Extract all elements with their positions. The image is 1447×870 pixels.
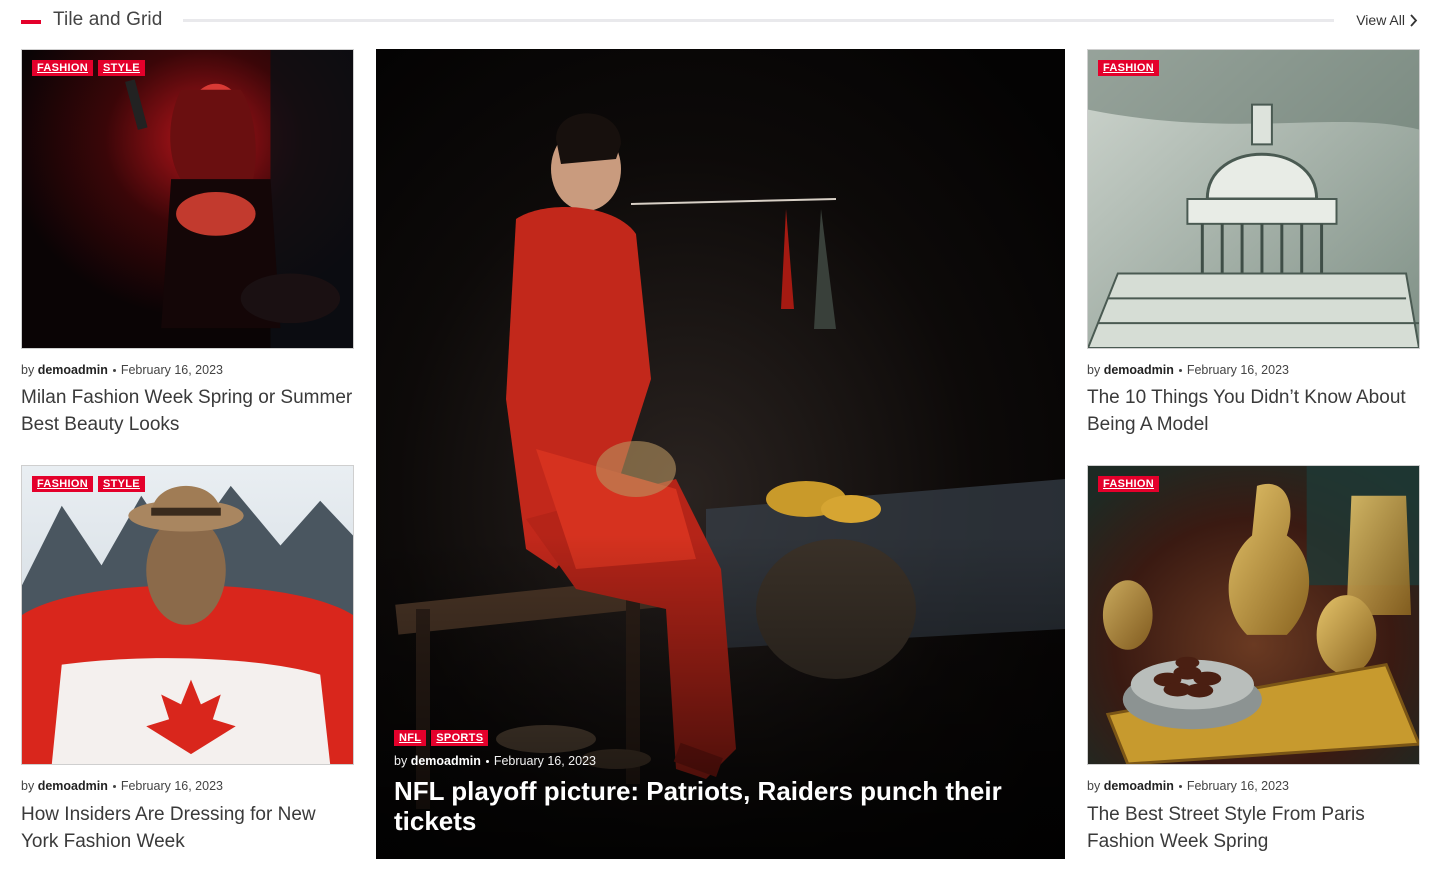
- byline-prefix: by: [394, 754, 408, 768]
- category-badge[interactable]: FASHION: [32, 476, 93, 492]
- post-date: February 16, 2023: [493, 754, 596, 768]
- category-badges: FASHION: [1098, 60, 1159, 76]
- byline-prefix: by: [21, 779, 35, 793]
- post-date: February 16, 2023: [120, 779, 223, 793]
- post-meta: by demoadmin February 16, 2023: [394, 754, 596, 768]
- view-all-label: View All: [1356, 12, 1405, 28]
- separator-dot: [112, 785, 116, 789]
- author-link[interactable]: demoadmin: [411, 754, 481, 768]
- post-date: February 16, 2023: [1186, 363, 1289, 377]
- separator-dot: [112, 369, 116, 373]
- category-badges: FASHION STYLE: [32, 476, 145, 492]
- category-badge[interactable]: FASHION: [32, 60, 93, 76]
- author-name: demoadmin: [37, 779, 108, 793]
- author-link[interactable]: demoadmin: [1104, 779, 1174, 793]
- separator-dot: [485, 760, 489, 764]
- category-badges: FASHION STYLE: [32, 60, 145, 76]
- category-badge[interactable]: FASHION: [1098, 476, 1159, 492]
- post-date: February 16, 2023: [120, 363, 223, 377]
- chevron-right-icon: [1410, 13, 1418, 27]
- author-link[interactable]: demoadmin: [38, 363, 108, 377]
- post-image-canada-flag: [22, 466, 353, 764]
- byline-prefix: by: [21, 363, 35, 377]
- author-link[interactable]: demoadmin: [1104, 363, 1174, 377]
- byline-prefix: by: [1087, 779, 1101, 793]
- post-meta: by demoadmin February 16, 2023: [1087, 779, 1289, 793]
- author-link[interactable]: demoadmin: [38, 779, 108, 793]
- post-meta: by demoadmin February 16, 2023: [21, 779, 223, 793]
- post-card: FASHION by demoadmin February 16, 2023 Th…: [1087, 465, 1420, 860]
- category-badge[interactable]: NFL: [394, 730, 427, 746]
- byline-prefix: by: [1087, 363, 1101, 377]
- post-card: FASHION STYLE by demoadmin February 16, 2…: [21, 49, 354, 439]
- author-name: demoadmin: [37, 363, 108, 377]
- author-name: demoadmin: [1103, 363, 1174, 377]
- post-card: FASHION by demoadmin February 16, 2023 Th…: [1087, 49, 1420, 439]
- post-title-link[interactable]: Milan Fashion Week Spring or Summer Best…: [21, 384, 354, 438]
- post-title-link[interactable]: The 10 Things You Didn’t Know About Bein…: [1087, 384, 1420, 438]
- post-thumbnail-link[interactable]: [1087, 49, 1420, 349]
- section-title: Tile and Grid: [53, 9, 163, 30]
- post-card: FASHION STYLE by demoadmin February 16, 2…: [21, 465, 354, 860]
- post-image-capitol-dollar: [1088, 50, 1419, 348]
- post-meta: by demoadmin February 16, 2023: [21, 363, 223, 377]
- post-image-dates-brass: [1088, 466, 1419, 764]
- section-accent-bar: [21, 20, 41, 24]
- post-thumbnail-link[interactable]: [1087, 465, 1420, 765]
- separator-dot: [1178, 369, 1182, 373]
- category-badge[interactable]: SPORTS: [431, 730, 489, 746]
- category-badge[interactable]: FASHION: [1098, 60, 1159, 76]
- view-all-link[interactable]: View All: [1356, 12, 1418, 28]
- category-badges: FASHION: [1098, 476, 1159, 492]
- post-title-link[interactable]: The Best Street Style From Paris Fashion…: [1087, 801, 1420, 855]
- post-title-link[interactable]: How Insiders Are Dressing for New York F…: [21, 801, 354, 855]
- section-divider: [183, 19, 1334, 22]
- author-name: demoadmin: [1103, 779, 1174, 793]
- post-thumbnail-link[interactable]: [21, 465, 354, 765]
- category-badges: NFL SPORTS: [394, 730, 489, 746]
- author-name: demoadmin: [410, 754, 481, 768]
- featured-post-card: NFL SPORTS by demoadmin February 16, 2023…: [376, 49, 1065, 859]
- post-thumbnail-link[interactable]: [21, 49, 354, 349]
- category-badge[interactable]: STYLE: [98, 476, 145, 492]
- section-header: Tile and Grid View All: [21, 8, 1418, 34]
- post-meta: by demoadmin February 16, 2023: [1087, 363, 1289, 377]
- featured-post-title-link[interactable]: NFL playoff picture: Patriots, Raiders p…: [394, 776, 1034, 836]
- post-image-woman-red-light: [22, 50, 353, 348]
- category-badge[interactable]: STYLE: [98, 60, 145, 76]
- separator-dot: [1178, 785, 1182, 789]
- post-date: February 16, 2023: [1186, 779, 1289, 793]
